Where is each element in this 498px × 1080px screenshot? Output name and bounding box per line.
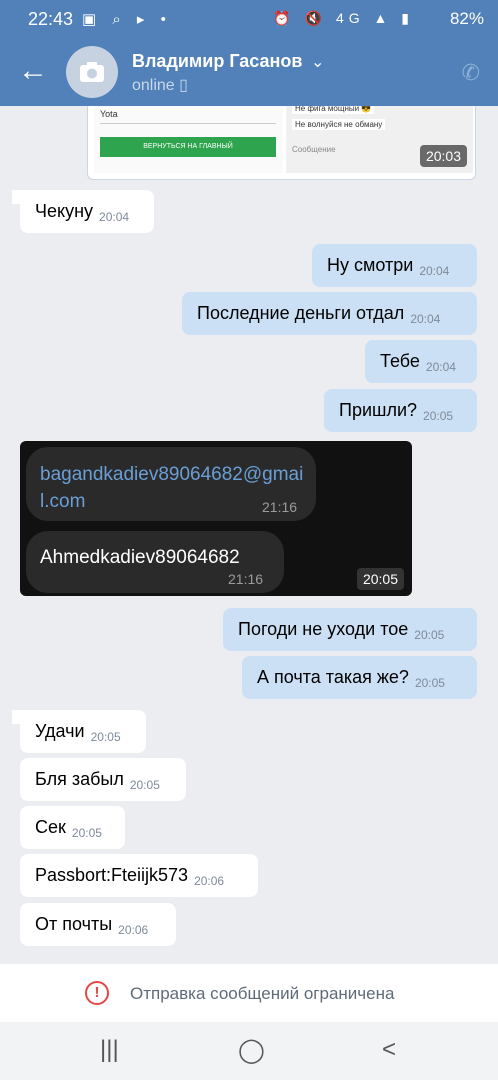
message-text: Ну смотри: [327, 255, 414, 275]
warning-icon: !: [85, 981, 109, 1005]
attachment-time: 20:05: [356, 568, 404, 590]
message-incoming[interactable]: Чекуну 20:04: [20, 190, 154, 233]
screenshot-message: Не волнуйся не обману: [292, 119, 386, 130]
status-time: 22:43: [28, 9, 74, 29]
message-incoming[interactable]: Сек 20:05: [20, 806, 125, 849]
screenshot-attachment[interactable]: Yota ВЕРНУТЬСЯ НА ГЛАВНЫЙ Не фига мощный…: [87, 106, 476, 180]
screenshot-green-button: ВЕРНУТЬСЯ НА ГЛАВНЫЙ: [100, 137, 276, 157]
chevron-down-icon[interactable]: ⌄: [311, 52, 324, 72]
photo-bubble-time: 21:16: [228, 571, 264, 587]
back-arrow-icon[interactable]: ←: [18, 56, 52, 88]
message-time: 20:05: [423, 409, 454, 423]
battery-percent: 82%: [449, 9, 484, 28]
message-time: 20:06: [118, 923, 149, 937]
message-time: 20:05: [129, 778, 160, 792]
restriction-banner: ! Отправка сообщений ограничена: [0, 964, 498, 1022]
message-incoming[interactable]: От почты 20:06: [20, 903, 176, 946]
photo-bubble-time: 21:16: [262, 499, 298, 515]
attachment-time: 20:03: [419, 145, 467, 167]
message-outgoing[interactable]: А почта такая же? 20:05: [242, 656, 477, 699]
system-navbar: ||| ◯ <: [0, 1022, 498, 1080]
home-icon[interactable]: ◯: [238, 1036, 265, 1065]
recents-icon[interactable]: |||: [100, 1036, 119, 1064]
photo-bubble: bagandkadiev89064682@gmail.com 21:16: [26, 447, 316, 521]
online-status: online ▯: [132, 75, 188, 95]
message-time: 20:04: [425, 360, 456, 374]
camera-icon: [80, 62, 104, 82]
message-text: А почта такая же?: [257, 667, 409, 687]
message-text: Сек: [35, 817, 66, 837]
message-text: От почты: [35, 914, 113, 934]
back-nav-icon[interactable]: <: [382, 1036, 396, 1064]
message-list[interactable]: Yota ВЕРНУТЬСЯ НА ГЛАВНЫЙ Не фига мощный…: [0, 106, 498, 964]
message-time: 20:05: [414, 676, 445, 690]
screenshot-left-panel: Yota ВЕРНУТЬСЯ НА ГЛАВНЫЙ: [94, 106, 283, 173]
message-text: Пришли?: [339, 400, 418, 420]
mobile-icon: ▯: [179, 77, 188, 94]
message-text: Passbort:Fteiijk573: [35, 865, 189, 885]
message-text: Удачи: [35, 721, 85, 741]
notification-icons: ▣ ⌕ ▸ •: [82, 11, 172, 28]
message-time: 20:05: [414, 628, 445, 642]
avatar[interactable]: [66, 46, 118, 98]
system-icons: ⏰ 🔇 4G ▲ ▮: [273, 10, 414, 26]
photo-bubble-text: Ahmedkadiev89064682: [40, 547, 240, 568]
restriction-text: Отправка сообщений ограничена: [130, 984, 395, 1003]
screenshot-yota-label: Yota: [100, 109, 118, 119]
message-text: Чекуну: [35, 201, 94, 221]
message-text: Последние деньги отдал: [197, 303, 405, 323]
message-time: 20:05: [71, 826, 102, 840]
divider: [100, 123, 276, 124]
photo-bubble: Ahmedkadiev89064682 21:16: [26, 531, 284, 593]
message-time: 20:04: [410, 312, 441, 326]
message-text: Тебе: [380, 351, 420, 371]
message-time: 20:05: [90, 730, 121, 744]
message-incoming[interactable]: Passbort:Fteiijk573 20:06: [20, 854, 258, 897]
top-bar: 22:43 ▣ ⌕ ▸ • ⏰ 🔇 4G ▲ ▮ 82% ← Владимир …: [0, 0, 498, 106]
message-incoming[interactable]: Удачи 20:05: [20, 710, 146, 753]
online-status-label: online: [132, 77, 175, 94]
message-outgoing[interactable]: Ну смотри 20:04: [312, 244, 477, 287]
contact-name[interactable]: Владимир Гасанов: [132, 51, 302, 72]
message-time: 20:04: [99, 210, 130, 224]
phone-icon[interactable]: ✆: [462, 60, 480, 86]
message-text: Бля забыл: [35, 769, 124, 789]
message-outgoing[interactable]: Погоди не уходи тое 20:05: [223, 608, 477, 651]
message-outgoing[interactable]: Тебе 20:04: [365, 340, 477, 383]
message-outgoing[interactable]: Последние деньги отдал 20:04: [182, 292, 477, 335]
message-text: Погоди не уходи тое: [238, 619, 409, 639]
photo-attachment[interactable]: bagandkadiev89064682@gmail.com 21:16 Ahm…: [20, 441, 412, 596]
message-incoming[interactable]: Бля забыл 20:05: [20, 758, 186, 801]
message-outgoing[interactable]: Пришли? 20:05: [324, 389, 477, 432]
message-time: 20:06: [194, 874, 225, 888]
screenshot-input: Сообщение: [292, 145, 336, 154]
screenshot-message: Не фига мощный 😎: [292, 106, 375, 114]
message-time: 20:04: [419, 264, 450, 278]
status-bar: 22:43 ▣ ⌕ ▸ • ⏰ 🔇 4G ▲ ▮ 82%: [0, 0, 498, 38]
